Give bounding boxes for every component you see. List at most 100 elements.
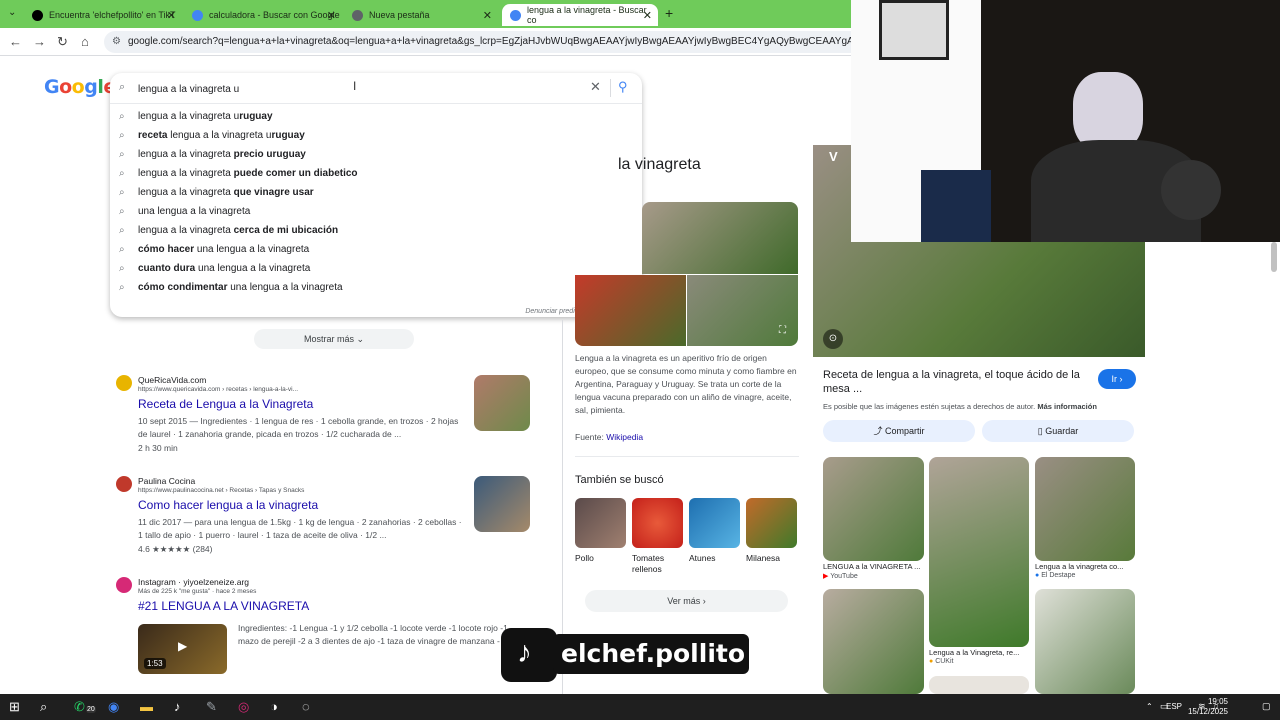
chrome-icon[interactable]: ◉ bbox=[108, 699, 119, 715]
also-searched-item[interactable]: Tomates rellenos bbox=[632, 498, 683, 575]
viewer-logo-icon: V bbox=[829, 149, 838, 164]
share-button[interactable]: ⤴ Compartir bbox=[823, 420, 975, 442]
knowledge-image[interactable]: ⛶ bbox=[687, 275, 798, 346]
suggestion-bold: receta bbox=[138, 130, 168, 141]
tab-nueva-pestana[interactable]: Nueva pestaña ✕ bbox=[344, 4, 498, 26]
app-icon[interactable]: ◌ bbox=[302, 699, 310, 714]
expand-image-icon[interactable]: ⛶ bbox=[779, 325, 786, 336]
more-info-link[interactable]: Más información bbox=[1037, 402, 1097, 411]
also-searched-label: Pollo bbox=[575, 553, 594, 563]
suggestion-item[interactable]: ⌕ receta lengua a la vinagreta uruguay bbox=[110, 126, 642, 145]
show-more-button[interactable]: Mostrar más ⌄ bbox=[254, 329, 414, 349]
go-label: Ir bbox=[1111, 374, 1118, 384]
also-searched-item[interactable]: Atunes bbox=[689, 498, 740, 564]
also-searched-item[interactable]: Pollo bbox=[575, 498, 626, 564]
whatsapp-icon[interactable]: ✆ bbox=[74, 699, 85, 715]
tab-tiktok[interactable]: Encuentra 'elchefpollito' en TikT ✕ bbox=[24, 4, 182, 26]
close-tab-icon[interactable]: ✕ bbox=[327, 9, 336, 22]
result-title-link[interactable]: Receta de Lengua a la Vinagreta bbox=[138, 397, 468, 411]
result-thumbnail[interactable] bbox=[474, 375, 530, 431]
suggestion-item[interactable]: ⌕ cómo condimentar una lengua a la vinagr… bbox=[110, 278, 642, 297]
related-image[interactable] bbox=[929, 457, 1029, 647]
also-searched-image bbox=[746, 498, 797, 548]
result-extra: 2 h 30 min bbox=[138, 443, 178, 453]
instagram-icon[interactable]: ◎ bbox=[238, 699, 249, 715]
windows-start-icon[interactable]: ⊞ bbox=[9, 699, 20, 715]
knowledge-image[interactable] bbox=[575, 275, 686, 346]
tab-active-search[interactable]: lengua a la vinagreta - Buscar co ✕ bbox=[502, 4, 658, 26]
also-searched-item[interactable]: Milanesa bbox=[746, 498, 797, 564]
result-title-link[interactable]: Como hacer lengua a la vinagreta bbox=[138, 498, 468, 512]
knowledge-image[interactable] bbox=[642, 202, 798, 274]
lens-icon[interactable]: ⊙ bbox=[823, 329, 843, 349]
close-tab-icon[interactable]: ✕ bbox=[483, 9, 492, 22]
forward-arrow-icon[interactable]: → bbox=[33, 34, 46, 49]
suggestion-item[interactable]: ⌕ cuanto dura una lengua a la vinagreta bbox=[110, 259, 642, 278]
share-icon: ⤴ bbox=[873, 426, 883, 436]
also-searched-label: Tomates rellenos bbox=[632, 553, 665, 574]
site-info-icon[interactable]: ⚙ bbox=[112, 31, 121, 53]
search-icon: ⌕ bbox=[119, 206, 125, 217]
people-also-search-title: También se buscó bbox=[575, 474, 664, 486]
suggestion-item[interactable]: ⌕ lengua a la vinagreta puede comer un di… bbox=[110, 164, 642, 183]
chevron-down-icon: ⌄ bbox=[356, 334, 365, 344]
search-submit-icon[interactable]: ⚲ bbox=[618, 79, 628, 95]
app-icon[interactable]: ✎ bbox=[206, 699, 217, 715]
clear-search-icon[interactable]: ✕ bbox=[590, 79, 601, 95]
related-image[interactable] bbox=[1035, 457, 1135, 561]
suggestion-item[interactable]: ⌕ lengua a la vinagreta uruguay bbox=[110, 107, 642, 126]
result-url[interactable]: https://www.quericavida.com › recetas › … bbox=[138, 386, 468, 393]
new-tab-icon[interactable]: + bbox=[665, 5, 673, 21]
picture-frame bbox=[879, 0, 949, 60]
related-image[interactable] bbox=[929, 676, 1029, 694]
suggestion-item[interactable]: ⌕ lengua a la vinagreta que vinagre usar bbox=[110, 183, 642, 202]
file-explorer-icon[interactable]: ▬ bbox=[140, 699, 153, 714]
video-thumbnail[interactable]: ▶ 1:53 bbox=[138, 624, 227, 674]
close-tab-icon[interactable]: ✕ bbox=[643, 9, 652, 22]
suggestion-item[interactable]: ⌕ lengua a la vinagreta precio uruguay bbox=[110, 145, 642, 164]
result-url[interactable]: https://www.paulinacocina.net › Recetas … bbox=[138, 487, 468, 494]
suggestion-item[interactable]: ⌕ cómo hacer una lengua a la vinagreta bbox=[110, 240, 642, 259]
close-tab-icon[interactable]: ✕ bbox=[167, 9, 176, 22]
scrollbar[interactable] bbox=[1271, 242, 1277, 272]
tray-chevron-icon[interactable]: ⌃ bbox=[1146, 702, 1153, 711]
google-logo[interactable]: Google bbox=[44, 76, 116, 98]
result-thumbnail[interactable] bbox=[474, 476, 530, 532]
search-icon: ⌕ bbox=[119, 149, 125, 160]
home-icon[interactable]: ⌂ bbox=[81, 34, 89, 49]
clock[interactable]: 19:05 15/12/2025 bbox=[1188, 697, 1228, 717]
related-caption[interactable]: Lengua a la Vinagreta, re... bbox=[929, 648, 1031, 657]
back-arrow-icon[interactable]: ← bbox=[9, 34, 22, 49]
search-input[interactable] bbox=[138, 81, 578, 97]
obs-icon[interactable]: ◑ bbox=[270, 699, 278, 714]
related-image[interactable] bbox=[823, 589, 924, 694]
search-result: QueRicaVida.com https://www.quericavida.… bbox=[116, 375, 530, 455]
result-snippet: 10 sept 2015 — Ingredientes · 1 lengua d… bbox=[138, 416, 459, 439]
suggestion-item[interactable]: ⌕ una lengua a la vinagreta bbox=[110, 202, 642, 221]
wikipedia-link[interactable]: Wikipedia bbox=[606, 432, 643, 442]
language-indicator[interactable]: ESP bbox=[1166, 702, 1182, 711]
go-button[interactable]: Ir › bbox=[1098, 369, 1136, 389]
viewer-title[interactable]: Receta de lengua a la vinagreta, el toqu… bbox=[823, 368, 1093, 396]
tab-list-chevron-icon[interactable]: ⌄ bbox=[8, 7, 16, 18]
save-button[interactable]: ▯ Guardar bbox=[982, 420, 1134, 442]
tab-calculadora[interactable]: calculadora - Buscar con Google ✕ bbox=[184, 4, 342, 26]
tiktok-icon[interactable]: ♪ bbox=[174, 699, 181, 714]
reload-icon[interactable]: ↻ bbox=[57, 34, 68, 50]
result-title-link[interactable]: #21 LENGUA A LA VINAGRETA bbox=[138, 599, 468, 613]
notifications-icon[interactable]: ▢ bbox=[1262, 701, 1271, 712]
tab-title: Nueva pestaña bbox=[369, 10, 430, 20]
search-icon[interactable]: ⌕ bbox=[40, 699, 47, 715]
related-image[interactable] bbox=[823, 457, 924, 561]
divider bbox=[575, 456, 799, 457]
tiktok-watermark: ♪ elchef.pollito bbox=[501, 628, 749, 682]
related-image[interactable] bbox=[1035, 589, 1135, 694]
related-caption[interactable]: Lengua a la vinagreta co... bbox=[1035, 562, 1137, 571]
related-source-name: CUKit bbox=[935, 658, 954, 665]
el-destape-icon: ● bbox=[1035, 572, 1040, 579]
address-bar[interactable]: ⚙ google.com/search?q=lengua+a+la+vinagr… bbox=[104, 31, 864, 53]
suggestion-item[interactable]: ⌕ lengua a la vinagreta cerca de mi ubica… bbox=[110, 221, 642, 240]
see-more-button[interactable]: Ver más › bbox=[585, 590, 788, 612]
related-caption[interactable]: LENGUA a la VINAGRETA ... bbox=[823, 562, 925, 571]
suggestion-bold: cuanto dura bbox=[138, 263, 196, 274]
